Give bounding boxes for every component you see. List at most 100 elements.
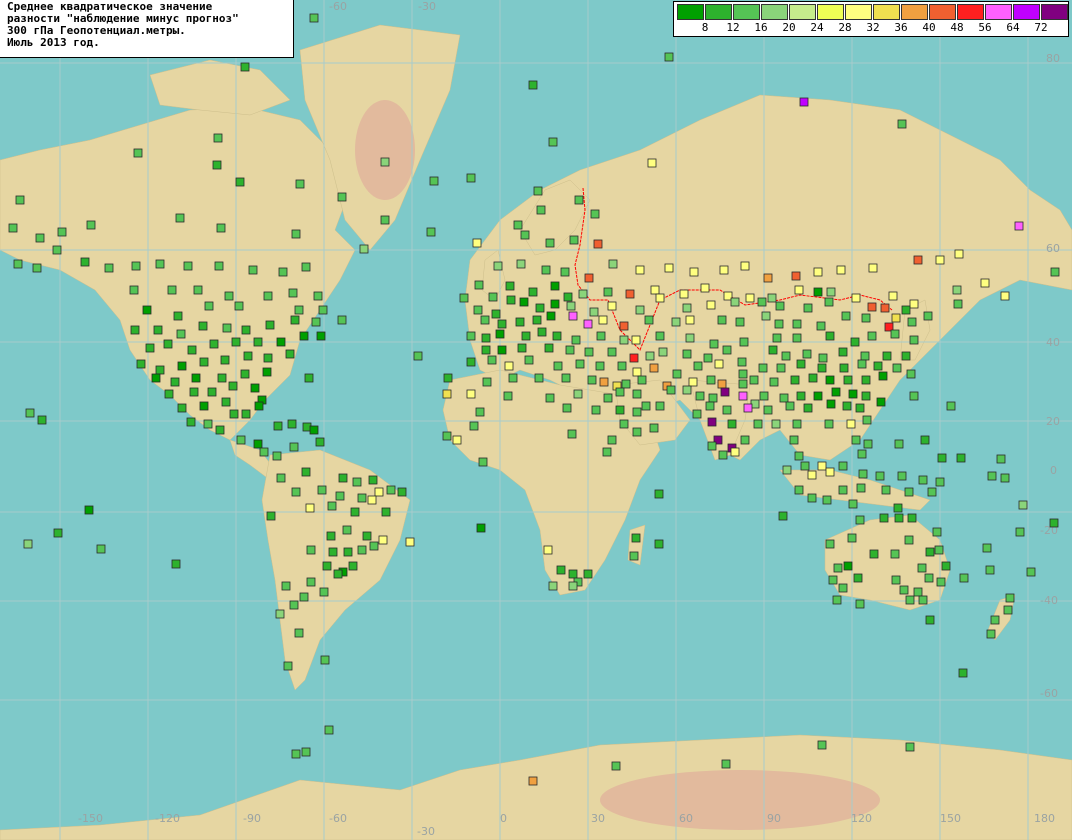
station-marker <box>359 244 369 254</box>
station-marker <box>480 315 490 325</box>
station-marker <box>254 401 264 411</box>
station-marker <box>241 409 251 419</box>
station-marker <box>469 421 479 431</box>
station-marker <box>8 223 18 233</box>
station-marker <box>429 176 439 186</box>
legend-label: 48 <box>950 21 964 34</box>
station-marker <box>587 375 597 385</box>
station-marker <box>324 725 334 735</box>
station-marker <box>803 303 813 313</box>
station-marker <box>207 387 217 397</box>
station-marker <box>918 475 928 485</box>
station-marker <box>894 513 904 523</box>
station-marker <box>959 573 969 583</box>
station-marker <box>719 265 729 275</box>
station-marker <box>956 453 966 463</box>
station-marker <box>265 320 275 330</box>
station-marker <box>813 287 823 297</box>
station-marker <box>177 403 187 413</box>
station-marker <box>817 461 827 471</box>
station-marker <box>335 491 345 501</box>
lon-label: 30 <box>591 812 605 825</box>
station-marker <box>565 345 575 355</box>
station-marker <box>369 541 379 551</box>
title-line: Июль 2013 год. <box>7 36 100 49</box>
station-marker <box>843 561 853 571</box>
station-marker <box>301 262 311 272</box>
station-marker <box>927 487 937 497</box>
station-marker <box>584 347 594 357</box>
station-marker <box>15 195 25 205</box>
station-marker <box>774 319 784 329</box>
antarctic-highland <box>600 770 880 830</box>
legend-label: 56 <box>978 21 992 34</box>
color-legend: 8 12 16 20 24 28 32 36 40 48 56 64 72 <box>673 1 1069 37</box>
station-marker <box>413 351 423 361</box>
station-marker <box>599 377 609 387</box>
station-marker <box>291 487 301 497</box>
station-marker <box>352 477 362 487</box>
station-marker <box>615 387 625 397</box>
station-marker <box>826 399 836 409</box>
station-marker <box>337 192 347 202</box>
station-marker <box>136 359 146 369</box>
station-marker <box>858 469 868 479</box>
station-marker <box>367 495 377 505</box>
station-marker <box>650 285 660 295</box>
station-marker <box>709 339 719 349</box>
station-marker <box>193 285 203 295</box>
station-marker <box>350 507 360 517</box>
station-marker <box>813 267 823 277</box>
station-marker <box>130 325 140 335</box>
station-marker <box>825 539 835 549</box>
station-marker <box>104 263 114 273</box>
station-marker <box>706 375 716 385</box>
legend-swatch <box>1041 4 1068 20</box>
station-marker <box>807 493 817 503</box>
station-marker <box>199 357 209 367</box>
station-marker <box>860 351 870 361</box>
station-marker <box>52 245 62 255</box>
station-marker <box>905 742 915 752</box>
station-marker <box>707 417 717 427</box>
station-marker <box>619 419 629 429</box>
station-marker <box>443 373 453 383</box>
station-marker <box>145 343 155 353</box>
station-marker <box>37 415 47 425</box>
station-marker <box>535 303 545 313</box>
station-marker <box>862 415 872 425</box>
station-marker <box>802 349 812 359</box>
station-marker <box>737 357 747 367</box>
station-marker <box>319 587 329 597</box>
lat-label: 20 <box>1046 415 1060 428</box>
station-marker <box>899 585 909 595</box>
station-marker <box>519 297 529 307</box>
station-marker <box>295 179 305 189</box>
station-marker <box>796 359 806 369</box>
lon-label: 90 <box>767 812 781 825</box>
station-marker <box>544 343 554 353</box>
station-marker <box>892 363 902 373</box>
station-marker <box>543 545 553 555</box>
station-marker <box>800 461 810 471</box>
station-marker <box>493 261 503 271</box>
station-marker <box>442 431 452 441</box>
station-marker <box>909 391 919 401</box>
station-marker <box>863 439 873 449</box>
station-marker <box>342 525 352 535</box>
lat-label: 60 <box>1046 242 1060 255</box>
station-marker <box>794 285 804 295</box>
station-marker <box>954 249 964 259</box>
station-marker <box>129 285 139 295</box>
station-marker <box>602 447 612 457</box>
legend-label: 64 <box>1006 21 1020 34</box>
station-marker <box>566 301 576 311</box>
station-marker <box>730 447 740 457</box>
station-marker <box>607 435 617 445</box>
station-marker <box>276 337 286 347</box>
station-marker <box>925 615 935 625</box>
station-marker <box>738 391 748 401</box>
station-marker <box>808 373 818 383</box>
station-marker <box>133 148 143 158</box>
station-marker <box>907 513 917 523</box>
